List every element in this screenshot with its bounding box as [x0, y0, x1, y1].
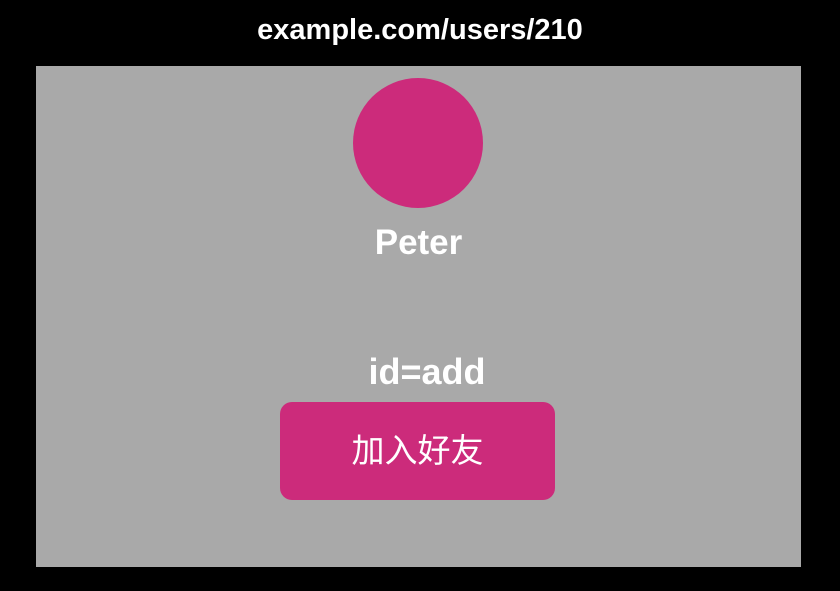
element-id-label: id=add — [368, 351, 486, 392]
screen: example.com/users/210 Peter id=add 加入好友 — [0, 0, 840, 591]
add-friend-button[interactable]: 加入好友 — [280, 402, 555, 500]
page-viewport: Peter id=add 加入好友 — [36, 66, 801, 567]
url-bar[interactable]: example.com/users/210 — [0, 10, 840, 50]
user-name: Peter — [374, 223, 463, 262]
avatar — [353, 78, 483, 208]
